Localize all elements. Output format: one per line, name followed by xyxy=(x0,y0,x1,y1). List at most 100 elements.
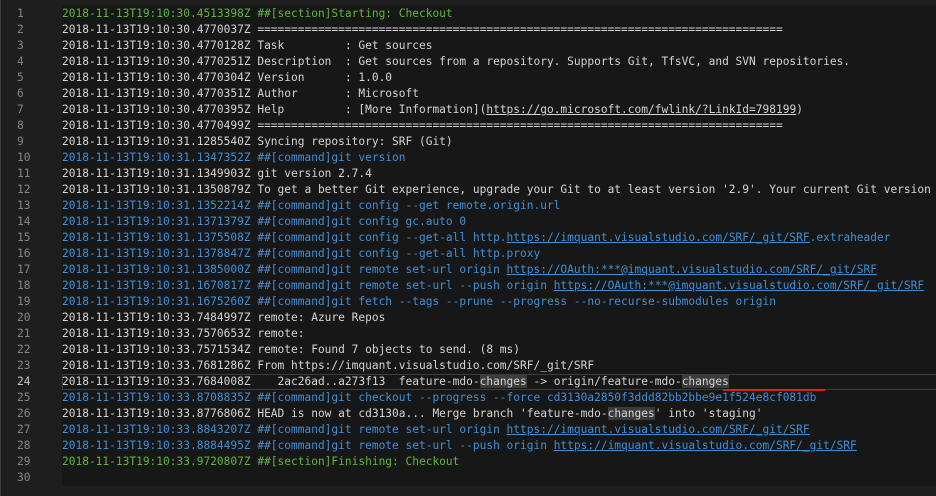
log-line[interactable]: 2018-11-13T19:10:33.7684008Z 2ac26ad..a2… xyxy=(62,374,936,390)
log-line[interactable]: 2018-11-13T19:10:31.1352214Z ##[command]… xyxy=(62,198,936,214)
line-number: 30 xyxy=(17,471,31,484)
line-number: 4 xyxy=(17,55,24,68)
log-line[interactable]: 2018-11-13T19:10:31.1347352Z ##[command]… xyxy=(62,150,936,166)
log-text: 2018-11-13T19:10:33.7681286Z From https:… xyxy=(62,359,595,372)
log-text: 2018-11-13T19:10:31.1385000Z ##[command]… xyxy=(62,263,507,276)
log-line[interactable]: 2018-11-13T19:10:33.8843207Z ##[command]… xyxy=(62,422,936,438)
log-line[interactable]: 2018-11-13T19:10:31.1285540Z Syncing rep… xyxy=(62,134,936,150)
log-text: 2018-11-13T19:10:33.9720807Z ##[section]… xyxy=(62,455,460,468)
log-content[interactable]: 2018-11-13T19:10:30.4513398Z ##[section]… xyxy=(62,6,936,486)
log-text: 2018-11-13T19:10:33.8843207Z ##[command]… xyxy=(62,423,507,436)
log-text: 2018-11-13T19:10:30.4513398Z ##[section]… xyxy=(62,7,453,20)
log-line[interactable]: 2018-11-13T19:10:30.4770499Z ===========… xyxy=(62,118,936,134)
log-line[interactable]: 2018-11-13T19:10:33.7571534Z remote: Fou… xyxy=(62,342,936,358)
log-text: 2018-11-13T19:10:31.1371379Z ##[command]… xyxy=(62,215,467,228)
log-line[interactable] xyxy=(62,470,936,486)
log-line[interactable]: 2018-11-13T19:10:31.1378847Z ##[command]… xyxy=(62,246,936,262)
log-link[interactable]: https://OAuth:***@imquant.visualstudio.c… xyxy=(554,279,924,292)
line-number: 5 xyxy=(17,71,24,84)
log-line[interactable]: 2018-11-13T19:10:33.7681286Z From https:… xyxy=(62,358,936,374)
log-text: 2018-11-13T19:10:31.1285540Z Syncing rep… xyxy=(62,135,453,148)
line-number: 27 xyxy=(17,423,31,436)
line-number: 16 xyxy=(17,247,31,260)
line-number: 28 xyxy=(17,439,31,452)
log-text: 2018-11-13T19:10:33.7484997Z remote: Azu… xyxy=(62,311,386,324)
log-line[interactable]: 2018-11-13T19:10:33.7484997Z remote: Azu… xyxy=(62,310,936,326)
log-line[interactable]: 2018-11-13T19:10:30.4770037Z ===========… xyxy=(62,22,936,38)
log-text: 2018-11-13T19:10:33.8776806Z HEAD is now… xyxy=(62,407,608,420)
log-line[interactable]: 2018-11-13T19:10:31.1371379Z ##[command]… xyxy=(62,214,936,230)
line-number: 26 xyxy=(17,407,31,420)
log-text: 2018-11-13T19:10:30.4770128Z Task : Get … xyxy=(62,39,433,52)
log-text: ) xyxy=(796,103,803,116)
line-number: 14 xyxy=(17,215,31,228)
line-number: 18 xyxy=(17,279,31,292)
log-line[interactable]: 2018-11-13T19:10:33.8776806Z HEAD is now… xyxy=(62,406,936,422)
log-text: 2018-11-13T19:10:31.1670817Z ##[command]… xyxy=(62,279,554,292)
log-viewer: 1 2 3 4 5 6 7 8 9 10 11 12 13 14 15 16 17 18 19 20 21 22 23 24 2… xyxy=(0,0,936,496)
log-line[interactable]: 2018-11-13T19:10:33.8884495Z ##[command]… xyxy=(62,438,936,454)
log-line[interactable]: 2018-11-13T19:10:30.4513398Z ##[section]… xyxy=(62,6,936,22)
log-link[interactable]: https://imquant.visualstudio.com/SRF/_gi… xyxy=(507,423,810,436)
log-text: 2018-11-13T19:10:31.1350879Z To get a be… xyxy=(62,183,936,196)
line-number: 8 xyxy=(17,119,24,132)
line-number: 11 xyxy=(17,167,31,180)
log-line[interactable]: 2018-11-13T19:10:30.4770128Z Task : Get … xyxy=(62,38,936,54)
line-number-gutter: 1 2 3 4 5 6 7 8 9 10 11 12 13 14 15 16 17 18 19 20 21 22 23 24 2… xyxy=(2,6,62,486)
log-text: 2018-11-13T19:10:30.4770395Z Help : [Mor… xyxy=(62,103,487,116)
log-text: 2018-11-13T19:10:31.1375508Z ##[command]… xyxy=(62,231,507,244)
log-line[interactable]: 2018-11-13T19:10:31.1675260Z ##[command]… xyxy=(62,294,936,310)
log-text: 2018-11-13T19:10:31.1378847Z ##[command]… xyxy=(62,247,541,260)
log-text: 2018-11-13T19:10:30.4770037Z ===========… xyxy=(62,23,783,36)
log-line[interactable]: 2018-11-13T19:10:33.9720807Z ##[section]… xyxy=(62,454,936,470)
line-number: 1 xyxy=(17,7,24,20)
log-line[interactable]: 2018-11-13T19:10:31.1385000Z ##[command]… xyxy=(62,262,936,278)
log-text: 2018-11-13T19:10:33.8884495Z ##[command]… xyxy=(62,439,554,452)
log-line[interactable]: 2018-11-13T19:10:31.1350879Z To get a be… xyxy=(62,182,936,198)
log-text: 2018-11-13T19:10:30.4770304Z Version : 1… xyxy=(62,71,393,84)
log-text: 2018-11-13T19:10:30.4770499Z ===========… xyxy=(62,119,783,132)
line-number: 10 xyxy=(17,151,31,164)
log-text: 2018-11-13T19:10:33.7684008Z 2ac26ad..a2… xyxy=(62,375,480,388)
line-number: 21 xyxy=(17,327,31,340)
log-line[interactable]: 2018-11-13T19:10:30.4770251Z Description… xyxy=(62,54,936,70)
log-text: 2018-11-13T19:10:31.1349903Z git version… xyxy=(62,167,372,180)
log-line[interactable]: 2018-11-13T19:10:31.1375508Z ##[command]… xyxy=(62,230,936,246)
log-line[interactable]: 2018-11-13T19:10:33.8708835Z ##[command]… xyxy=(62,390,936,406)
log-text: 2018-11-13T19:10:30.4770351Z Author : Mi… xyxy=(62,87,419,100)
line-number: 3 xyxy=(17,39,24,52)
line-number: 12 xyxy=(17,183,31,196)
log-link[interactable]: https://OAuth:***@imquant.visualstudio.c… xyxy=(507,263,877,276)
log-link[interactable]: https://go.microsoft.com/fwlink/?LinkId=… xyxy=(486,103,796,116)
line-number: 20 xyxy=(17,311,31,324)
log-line[interactable]: 2018-11-13T19:10:30.4770395Z Help : [Mor… xyxy=(62,102,936,118)
search-highlight: changes xyxy=(607,407,655,420)
line-number: 15 xyxy=(17,231,31,244)
line-number: 22 xyxy=(17,343,31,356)
line-number: 19 xyxy=(17,295,31,308)
line-number: 13 xyxy=(17,199,31,212)
log-text: 2018-11-13T19:10:33.7570653Z remote: xyxy=(62,327,305,340)
line-number: 6 xyxy=(17,87,24,100)
log-text: 2018-11-13T19:10:31.1675260Z ##[command]… xyxy=(62,295,776,308)
log-text: -> origin/feature-mdo- xyxy=(526,375,682,388)
line-number: 17 xyxy=(17,263,31,276)
log-text: 2018-11-13T19:10:33.8708835Z ##[command]… xyxy=(62,391,817,404)
log-link[interactable]: https://imquant.visualstudio.com/SRF/_gi… xyxy=(507,231,810,244)
log-text: .extraheader xyxy=(809,231,891,244)
line-number: 2 xyxy=(17,23,24,36)
line-number: 24 xyxy=(17,375,31,388)
log-line[interactable]: 2018-11-13T19:10:31.1349903Z git version… xyxy=(62,166,936,182)
line-number: 7 xyxy=(17,103,24,116)
log-line[interactable]: 2018-11-13T19:10:31.1670817Z ##[command]… xyxy=(62,278,936,294)
search-highlight: changes xyxy=(681,375,729,388)
log-line[interactable]: 2018-11-13T19:10:30.4770304Z Version : 1… xyxy=(62,70,936,86)
line-number: 23 xyxy=(17,359,31,372)
log-text: ' into 'staging' xyxy=(654,407,763,420)
log-line[interactable]: 2018-11-13T19:10:33.7570653Z remote: xyxy=(62,326,936,342)
log-line[interactable]: 2018-11-13T19:10:30.4770351Z Author : Mi… xyxy=(62,86,936,102)
line-number: 25 xyxy=(17,391,31,404)
log-text: 2018-11-13T19:10:33.7571534Z remote: Fou… xyxy=(62,343,521,356)
line-number: 9 xyxy=(17,135,24,148)
log-link[interactable]: https://imquant.visualstudio.com/SRF/_gi… xyxy=(554,439,857,452)
